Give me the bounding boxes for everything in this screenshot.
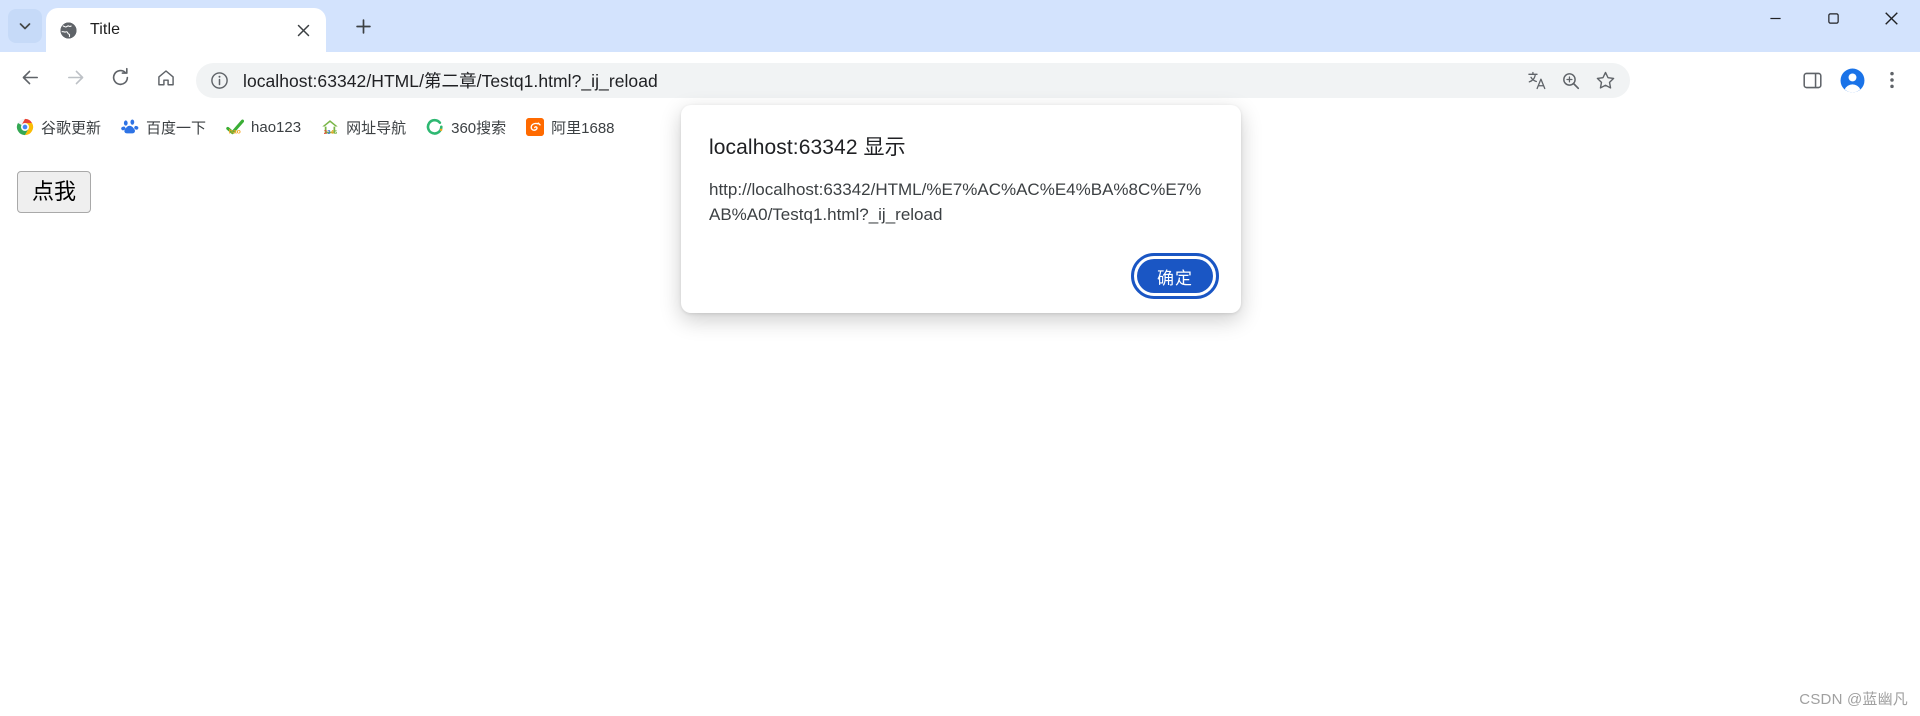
chrome-icon — [16, 118, 34, 136]
dialog-actions: 确定 — [709, 253, 1219, 299]
bookmark-label: 阿里1688 — [551, 119, 615, 137]
forward-button[interactable] — [57, 62, 93, 98]
bookmark-label: 360搜索 — [451, 119, 507, 137]
three-dot-menu-icon[interactable] — [1872, 62, 1912, 98]
omnibox-actions — [1520, 66, 1622, 96]
bookmark-label: hao123 — [251, 118, 302, 136]
2345-icon: 2 3 4 5 — [321, 118, 339, 136]
close-window-button[interactable] — [1862, 0, 1920, 42]
click-me-button[interactable]: 点我 — [17, 171, 92, 213]
minimize-button[interactable] — [1746, 0, 1804, 42]
bookmark-label: 百度一下 — [146, 119, 207, 137]
close-icon — [1884, 11, 1899, 31]
globe-icon — [58, 20, 78, 40]
chevron-down-icon — [17, 18, 33, 34]
bookmark-item[interactable]: 谷歌更新 — [8, 113, 109, 141]
back-button[interactable] — [12, 62, 48, 98]
reload-icon — [110, 67, 131, 93]
address-bar[interactable]: localhost:63342/HTML/第二章/Testq1.html?_ij… — [196, 63, 1630, 98]
maximize-button[interactable] — [1804, 0, 1862, 42]
info-circle-icon[interactable] — [206, 68, 232, 94]
javascript-alert-dialog: localhost:63342 显示 http://localhost:6334… — [681, 105, 1241, 313]
bookmark-item[interactable]: 360搜索 — [418, 113, 514, 141]
maximize-icon — [1827, 12, 1840, 30]
bookmark-label: 网址导航 — [346, 119, 407, 137]
dialog-title: localhost:63342 显示 — [709, 136, 906, 159]
avatar-icon[interactable] — [1832, 62, 1872, 98]
tab-search-button[interactable] — [8, 9, 42, 43]
toolbar-right-actions — [1792, 62, 1912, 98]
svg-text:5: 5 — [334, 130, 338, 136]
close-icon[interactable] — [292, 19, 314, 41]
svg-text:hao: hao — [229, 128, 241, 135]
zoom-icon[interactable] — [1554, 66, 1588, 96]
bookmark-item[interactable]: 百度一下 — [113, 113, 214, 141]
watermark-text: CSDN @蓝幽凡 — [1799, 691, 1908, 708]
browser-toolbar: localhost:63342/HTML/第二章/Testq1.html?_ij… — [0, 52, 1920, 108]
dialog-ok-button[interactable]: 确定 — [1131, 253, 1219, 299]
browser-window: Title localhost:63342/HTML/第二章/Testq1.ht… — [0, 0, 1920, 716]
tab-strip: Title — [0, 0, 1920, 52]
tab-title: Title — [90, 21, 121, 38]
arrow-left-icon — [20, 67, 41, 93]
browser-tab[interactable]: Title — [46, 8, 326, 52]
plus-icon — [355, 18, 372, 40]
360-icon — [426, 118, 444, 136]
bookmark-item[interactable]: hao hao123 — [218, 113, 309, 141]
home-button[interactable] — [148, 62, 184, 98]
minimize-icon — [1769, 12, 1782, 30]
baidu-icon — [121, 118, 139, 136]
bookmark-item[interactable]: 阿里1688 — [518, 113, 622, 141]
bookmark-item[interactable]: 2 3 4 5 网址导航 — [313, 113, 414, 141]
dialog-message: http://localhost:63342/HTML/%E7%AC%AC%E4… — [709, 180, 1202, 224]
new-tab-button[interactable] — [348, 14, 378, 44]
star-icon[interactable] — [1588, 66, 1622, 96]
window-controls — [1746, 0, 1920, 50]
home-icon — [156, 68, 176, 93]
bookmark-label: 谷歌更新 — [41, 119, 102, 137]
hao123-icon: hao — [226, 118, 245, 136]
arrow-right-icon — [65, 67, 86, 93]
translate-icon[interactable] — [1520, 66, 1554, 96]
side-panel-icon[interactable] — [1792, 62, 1832, 98]
address-bar-url: localhost:63342/HTML/第二章/Testq1.html?_ij… — [243, 71, 658, 91]
alibaba-icon — [526, 118, 545, 136]
reload-button[interactable] — [102, 62, 138, 98]
